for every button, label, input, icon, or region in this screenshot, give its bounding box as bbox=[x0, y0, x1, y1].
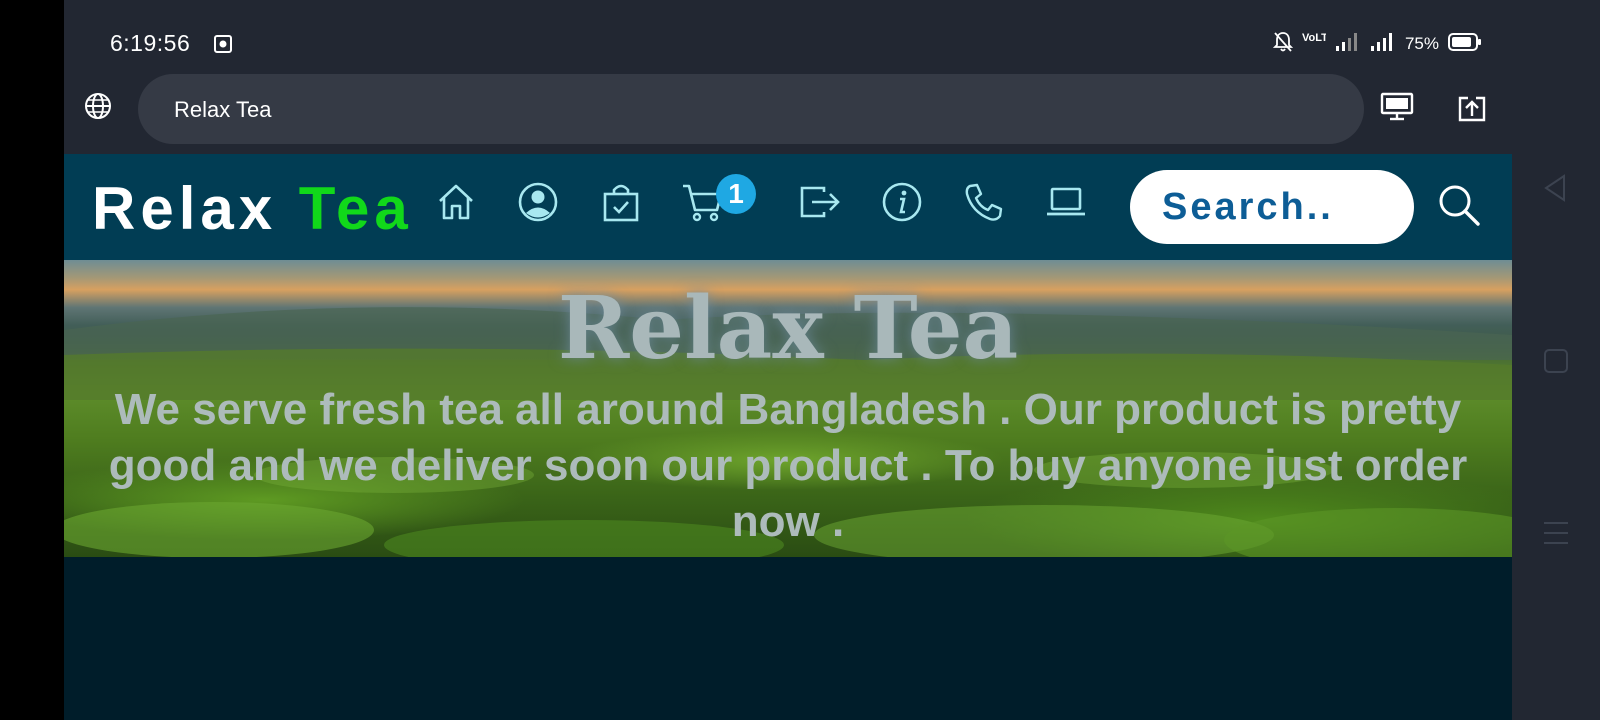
notification-app-icon bbox=[213, 34, 233, 54]
address-bar: Relax Tea bbox=[64, 72, 1512, 152]
back-icon[interactable] bbox=[1540, 172, 1572, 204]
url-text: Relax Tea bbox=[174, 97, 272, 122]
phone-icon[interactable] bbox=[962, 180, 1006, 224]
status-time: 6:19:56 bbox=[110, 30, 191, 56]
hero-description: We serve fresh tea all around Bangladesh… bbox=[108, 385, 1468, 546]
cart-count-badge: 1 bbox=[716, 174, 756, 214]
volte-icon: VoLTE bbox=[1301, 33, 1326, 44]
screen: 6:19:56 VoLTE 75% bbox=[0, 0, 1600, 720]
status-bar: 6:19:56 VoLTE 75% bbox=[64, 0, 1512, 72]
home-icon[interactable] bbox=[434, 180, 478, 224]
user-icon[interactable] bbox=[516, 180, 560, 224]
hero-title: Relax Tea bbox=[557, 278, 1019, 379]
search-input[interactable] bbox=[1130, 170, 1414, 244]
shopping-bag-icon[interactable] bbox=[599, 180, 643, 224]
hero-banner: Relax Tea We serve fresh tea all around … bbox=[64, 260, 1512, 557]
logout-icon[interactable] bbox=[798, 180, 842, 224]
info-icon[interactable] bbox=[880, 180, 924, 224]
logo-text-relax: Relax bbox=[92, 175, 299, 242]
desktop-mode-icon[interactable] bbox=[1380, 92, 1414, 122]
system-nav-bar bbox=[1512, 0, 1600, 720]
status-icons: VoLTE 75% bbox=[1272, 30, 1482, 58]
battery-percent: 75% bbox=[1404, 34, 1439, 53]
url-field[interactable]: Relax Tea bbox=[138, 74, 1364, 144]
web-content: Relax Tea 1 Search.. Relax Tea We serve … bbox=[64, 154, 1512, 720]
signal-sim2-icon bbox=[1370, 31, 1396, 58]
site-navbar: Relax Tea 1 bbox=[64, 154, 1512, 260]
site-logo[interactable]: Relax Tea bbox=[92, 174, 413, 243]
recents-menu-icon[interactable] bbox=[1540, 517, 1572, 549]
silent-bell-icon bbox=[1272, 31, 1294, 58]
battery-icon bbox=[1448, 32, 1482, 57]
home-nav-icon[interactable] bbox=[1540, 345, 1572, 377]
laptop-icon[interactable] bbox=[1044, 180, 1088, 224]
share-icon[interactable] bbox=[1456, 92, 1488, 124]
search-icon[interactable] bbox=[1436, 182, 1482, 228]
browser-window: 6:19:56 VoLTE 75% bbox=[64, 0, 1512, 720]
logo-text-tea: Tea bbox=[298, 175, 413, 242]
globe-icon[interactable] bbox=[82, 90, 114, 122]
signal-sim1-icon bbox=[1335, 31, 1361, 58]
